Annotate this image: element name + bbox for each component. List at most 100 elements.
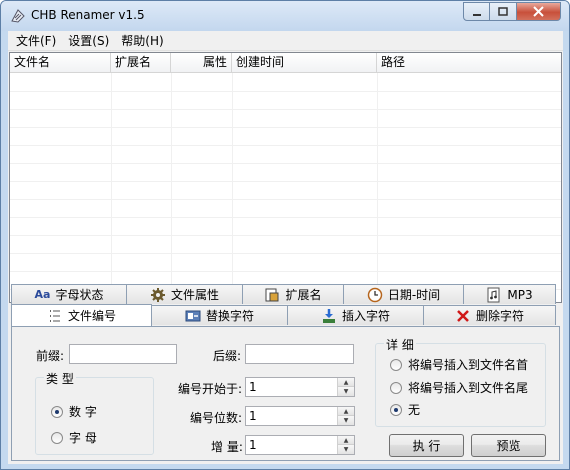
list-body[interactable] <box>10 73 561 302</box>
radio-indicator <box>390 403 402 416</box>
app-window: CHB Renamer v1.5 文件(F) 设置(S) 帮助(H) 文件名 扩… <box>0 0 570 470</box>
insert-icon <box>322 308 335 323</box>
maximize-button[interactable] <box>490 2 517 21</box>
tab-date-time[interactable]: 日期-时间 <box>343 284 464 304</box>
type-group-title: 类 型 <box>44 370 76 387</box>
detail-front-radio[interactable]: 将编号插入到文件名首 <box>390 356 528 373</box>
caption-buttons <box>463 2 561 21</box>
column-extension[interactable]: 扩展名 <box>111 53 171 73</box>
increment-spinner[interactable]: 1 ▲ ▼ <box>245 435 355 455</box>
run-button[interactable]: 执 行 <box>389 434 464 457</box>
grid-line <box>10 253 561 254</box>
grid-line <box>10 91 561 92</box>
grid-line <box>10 271 561 272</box>
spinner-arrows: ▲ ▼ <box>337 407 354 425</box>
column-attributes[interactable]: 属性 <box>171 53 232 73</box>
tab-file-attributes[interactable]: 文件属性 <box>126 284 243 304</box>
tab-panel-file-numbering: 前缀: 后缀: 类 型 数 字 字 母 编号开始于: 1 ▲ ▼ 编号位数: 1… <box>11 326 560 461</box>
increment-label: 增 量: <box>211 440 243 454</box>
tab-delete-chars[interactable]: 删除字符 <box>423 305 556 325</box>
radio-label: 字 母 <box>69 431 97 445</box>
spin-down-button[interactable]: ▼ <box>338 387 354 396</box>
digits-spinner[interactable]: 1 ▲ ▼ <box>245 406 355 426</box>
client-area: 文件(F) 设置(S) 帮助(H) 文件名 扩展名 属性 创建时间 路径 Aa … <box>8 31 563 464</box>
tab-mp3[interactable]: MP3 <box>463 284 556 304</box>
grid-line <box>10 181 561 182</box>
radio-indicator <box>51 431 63 444</box>
grid-line <box>10 127 561 128</box>
radio-label: 将编号插入到文件名尾 <box>408 381 529 395</box>
spin-down-button[interactable]: ▼ <box>338 416 354 425</box>
radio-label: 无 <box>408 403 421 417</box>
menu-help[interactable]: 帮助(H) <box>115 31 169 51</box>
grid-line <box>10 163 561 164</box>
grid-line <box>10 199 561 200</box>
column-filename[interactable]: 文件名 <box>10 53 111 73</box>
tab-label: 插入字符 <box>341 309 390 323</box>
suffix-input[interactable] <box>245 344 354 364</box>
tab-row-bottom: 文件编号 替换字符 插入字符 删除字符 <box>11 304 556 326</box>
tab-label: 文件编号 <box>67 309 116 323</box>
increment-value: 1 <box>249 438 257 452</box>
grid-line <box>10 235 561 236</box>
type-group: 类 型 数 字 字 母 <box>35 370 154 455</box>
tab-file-numbering[interactable]: 文件编号 <box>11 304 152 326</box>
close-button[interactable] <box>517 2 561 21</box>
numbered-list-icon <box>49 309 60 322</box>
menu-bar: 文件(F) 设置(S) 帮助(H) <box>8 31 563 51</box>
title-bar[interactable]: CHB Renamer v1.5 <box>1 1 569 31</box>
menu-file[interactable]: 文件(F) <box>10 31 62 51</box>
tab-replace-chars[interactable]: 替换字符 <box>151 305 288 325</box>
spin-up-button[interactable]: ▲ <box>338 378 354 387</box>
column-path[interactable]: 路径 <box>377 53 561 73</box>
file-list[interactable]: 文件名 扩展名 属性 创建时间 路径 <box>9 52 562 303</box>
radio-indicator <box>390 381 402 394</box>
spin-up-button[interactable]: ▲ <box>338 436 354 445</box>
minimize-button[interactable] <box>463 2 490 21</box>
grid-line <box>111 73 112 302</box>
tab-label: 删除字符 <box>475 309 524 323</box>
spin-down-button[interactable]: ▼ <box>338 445 354 454</box>
start-label: 编号开始于: <box>178 382 243 396</box>
tab-insert-chars[interactable]: 插入字符 <box>287 305 424 325</box>
gear-icon <box>150 287 165 302</box>
clock-icon <box>367 287 383 302</box>
detail-end-radio[interactable]: 将编号插入到文件名尾 <box>390 379 528 396</box>
grid-line <box>10 109 561 110</box>
menu-settings[interactable]: 设置(S) <box>62 31 115 51</box>
tab-extension[interactable]: 扩展名 <box>242 284 344 304</box>
spinner-arrows: ▲ ▼ <box>337 436 354 454</box>
extension-icon <box>265 288 279 301</box>
start-value: 1 <box>249 380 257 394</box>
app-icon <box>11 9 25 23</box>
prefix-input[interactable] <box>69 344 177 364</box>
tab-label: 字母状态 <box>55 288 104 302</box>
prefix-label: 前缀: <box>36 349 65 363</box>
tab-label: MP3 <box>507 287 533 302</box>
tab-label: 扩展名 <box>285 288 322 302</box>
mp3-icon <box>487 287 500 302</box>
tab-label: 文件属性 <box>170 288 219 302</box>
detail-none-radio[interactable]: 无 <box>390 401 420 418</box>
delete-icon <box>457 309 469 322</box>
grid-line <box>232 73 233 302</box>
column-created-time[interactable]: 创建时间 <box>232 53 377 73</box>
detail-group-title: 详 细 <box>384 336 416 353</box>
type-number-radio[interactable]: 数 字 <box>51 403 97 420</box>
type-letter-radio[interactable]: 字 母 <box>51 429 97 446</box>
radio-indicator <box>51 405 63 418</box>
tab-letter-case[interactable]: Aa 字母状态 <box>11 284 127 304</box>
preview-button[interactable]: 预览 <box>471 434 546 457</box>
tab-label: 替换字符 <box>205 309 254 323</box>
grid-line <box>377 73 378 302</box>
detail-group: 详 细 将编号插入到文件名首 将编号插入到文件名尾 无 <box>375 336 546 427</box>
spin-up-button[interactable]: ▲ <box>338 407 354 416</box>
digits-value: 1 <box>249 409 257 423</box>
maximize-icon <box>498 6 508 16</box>
grid-line <box>10 145 561 146</box>
suffix-label: 后缀: <box>213 349 242 363</box>
spinner-arrows: ▲ ▼ <box>337 378 354 396</box>
start-spinner[interactable]: 1 ▲ ▼ <box>245 377 355 397</box>
list-header: 文件名 扩展名 属性 创建时间 路径 <box>10 53 561 73</box>
close-icon <box>533 6 544 17</box>
